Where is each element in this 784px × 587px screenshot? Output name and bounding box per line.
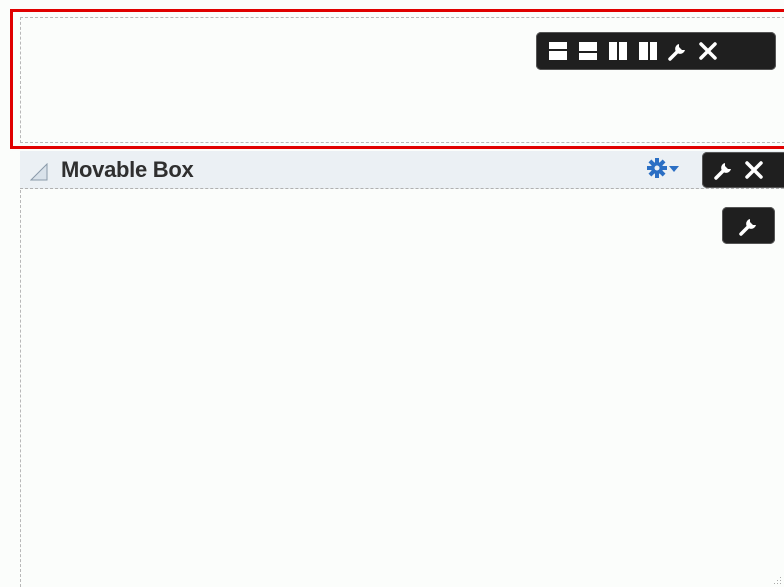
collapse-triangle-icon[interactable] [30,163,48,181]
layout-column-right-button[interactable] [633,36,663,66]
wrench-icon [738,218,756,236]
container-layout-toolbar [536,32,776,70]
movable-box-content [20,190,784,587]
box-delete-button[interactable] [739,155,769,185]
close-icon [745,161,763,179]
chevron-down-icon [669,166,679,172]
layout-columns-button[interactable] [603,36,633,66]
box-toolbar [702,152,784,188]
layout-stacked-top-icon [549,42,567,60]
box-actions-menu[interactable] [646,157,680,179]
close-icon [699,42,717,60]
box-title: Movable Box [61,157,194,182]
layout-stacked-bottom-button[interactable] [573,36,603,66]
layout-columns-icon [609,42,627,60]
container-delete-button[interactable] [693,36,723,66]
movable-box-header[interactable]: Movable Box [20,151,784,189]
box-properties-button[interactable] [709,155,739,185]
selected-container[interactable] [10,9,784,149]
content-properties-button[interactable] [722,207,775,244]
wrench-icon [714,163,731,180]
wrench-icon [668,44,685,61]
layout-stacked-top-button[interactable] [543,36,573,66]
resize-grip-icon[interactable] [774,577,782,585]
container-properties-button[interactable] [663,36,693,66]
layout-column-right-icon [639,42,657,60]
gear-icon [647,158,667,178]
layout-stacked-bottom-icon [579,42,597,60]
